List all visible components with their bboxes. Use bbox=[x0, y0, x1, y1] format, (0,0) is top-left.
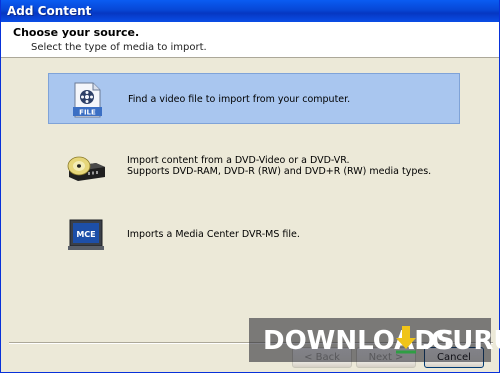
download-arrow-icon bbox=[396, 326, 416, 354]
wizard-header: Choose your source. Select the type of m… bbox=[1, 22, 499, 58]
mce-text: MCE bbox=[76, 230, 95, 239]
option-media-center-label: Imports a Media Center DVR-MS file. bbox=[127, 229, 300, 240]
add-content-window: Add Content Choose your source. Select t… bbox=[0, 0, 500, 373]
file-label-text: FILE bbox=[79, 109, 96, 117]
option-dvd[interactable]: Import content from a DVD-Video or a DVD… bbox=[48, 141, 460, 192]
watermark-text-b: .GURU bbox=[421, 326, 500, 356]
source-options: FILE Find a video file to import from yo… bbox=[1, 59, 500, 335]
option-dvd-label-line2: Supports DVD-RAM, DVD-R (RW) and DVD+R (… bbox=[127, 166, 432, 177]
option-video-file-label: Find a video file to import from your co… bbox=[128, 94, 351, 105]
window-title: Add Content bbox=[1, 0, 499, 22]
dvd-drive-icon bbox=[67, 156, 105, 181]
mce-monitor-icon: MCE bbox=[68, 219, 104, 250]
option-dvd-label-line1: Import content from a DVD-Video or a DVD… bbox=[127, 155, 350, 166]
option-media-center[interactable]: MCE Imports a Media Center DVR-MS file. bbox=[48, 209, 460, 260]
option-video-file[interactable]: FILE Find a video file to import from yo… bbox=[48, 73, 460, 124]
page-title: Choose your source. bbox=[13, 26, 140, 39]
option-dvd-label: Import content from a DVD-Video or a DVD… bbox=[127, 155, 431, 177]
page-subtitle: Select the type of media to import. bbox=[31, 42, 207, 53]
video-file-icon: FILE bbox=[73, 82, 102, 118]
